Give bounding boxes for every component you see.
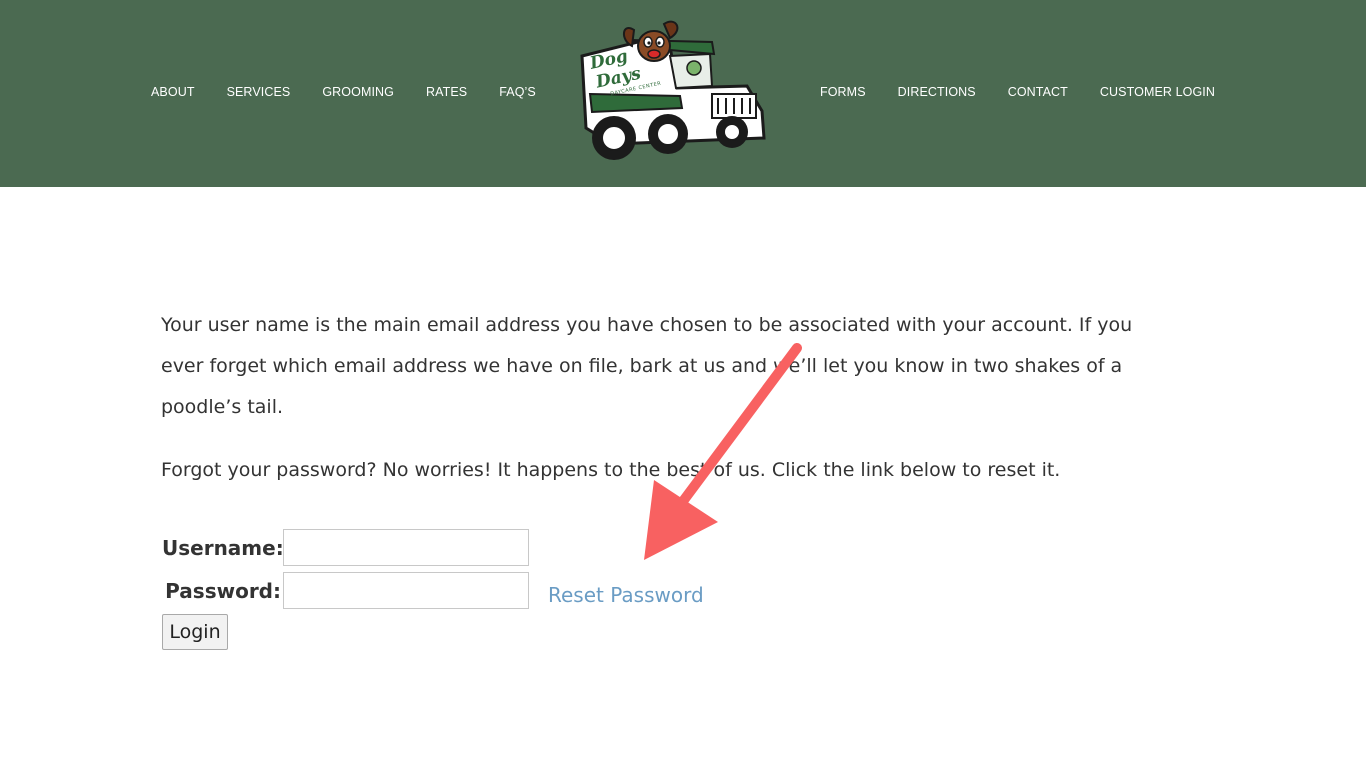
- password-label: Password:: [165, 578, 281, 603]
- nav-item-directions: DIRECTIONS: [898, 83, 976, 101]
- nav-link-contact[interactable]: CONTACT: [1008, 84, 1068, 100]
- site-header: ABOUT SERVICES GROOMING RATES FAQ’S Dog …: [0, 0, 1366, 187]
- nav-item-faqs: FAQ’S: [499, 83, 536, 101]
- username-input[interactable]: [283, 529, 529, 566]
- nav-item-grooming: GROOMING: [322, 83, 394, 101]
- nav-right: FORMS DIRECTIONS CONTACT CUSTOMER LOGIN: [820, 83, 1247, 101]
- login-form: Username: Password: Reset Password Login: [162, 526, 704, 652]
- login-button-row: Login: [162, 612, 704, 652]
- nav-link-grooming[interactable]: GROOMING: [322, 84, 394, 100]
- password-row: Password: Reset Password: [162, 569, 704, 612]
- nav-item-forms: FORMS: [820, 83, 866, 101]
- username-label: Username:: [162, 535, 284, 560]
- nav-left: ABOUT SERVICES GROOMING RATES FAQ’S: [151, 83, 568, 101]
- nav-item-contact: CONTACT: [1008, 83, 1068, 101]
- password-input[interactable]: [283, 572, 529, 609]
- nav-link-rates[interactable]: RATES: [426, 84, 467, 100]
- nav-link-directions[interactable]: DIRECTIONS: [898, 84, 976, 100]
- red-arrow-icon: [644, 343, 802, 560]
- nav-link-about[interactable]: ABOUT: [151, 84, 195, 100]
- dog-days-truck-logo[interactable]: Dog Days DAYCARE CENTER: [572, 16, 772, 166]
- reset-password-link[interactable]: Reset Password: [548, 583, 704, 607]
- nav-item-services: SERVICES: [227, 83, 291, 101]
- nav-item-customer-login: CUSTOMER LOGIN: [1100, 83, 1215, 101]
- nav-link-faqs[interactable]: FAQ’S: [499, 84, 536, 100]
- login-button[interactable]: Login: [162, 614, 228, 650]
- nav-link-forms[interactable]: FORMS: [820, 84, 866, 100]
- nav-link-services[interactable]: SERVICES: [227, 84, 291, 100]
- nav-item-rates: RATES: [426, 83, 467, 101]
- nav-item-about: ABOUT: [151, 83, 195, 101]
- username-row: Username:: [162, 526, 704, 569]
- nav-link-customer-login[interactable]: CUSTOMER LOGIN: [1100, 84, 1215, 100]
